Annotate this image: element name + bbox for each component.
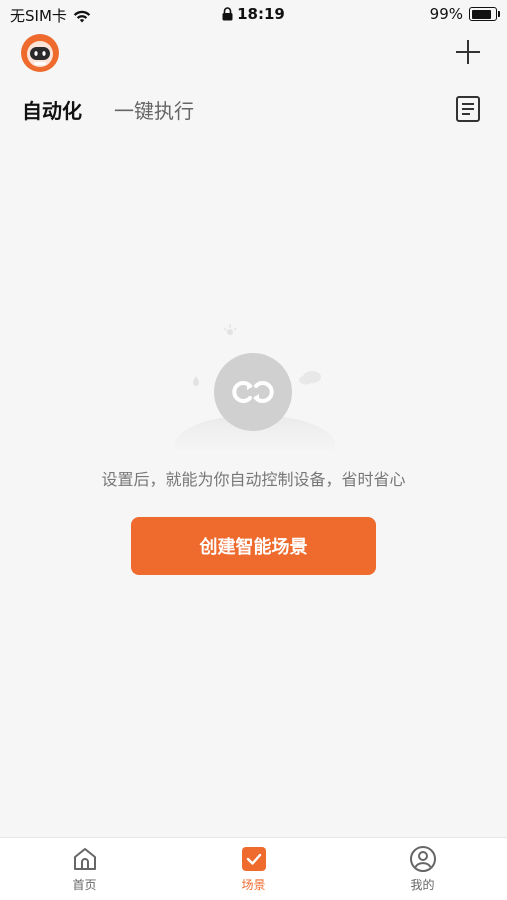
nav-home-label: 首页: [72, 878, 97, 892]
bottom-navigation: 首页 场景 我的: [0, 837, 507, 900]
robot-avatar-icon[interactable]: [20, 33, 60, 73]
battery-fill: [471, 9, 492, 19]
nav-profile[interactable]: 我的: [338, 838, 507, 900]
log-document-icon[interactable]: [455, 95, 481, 123]
clock-time: 18:19: [237, 5, 285, 23]
status-bar: 无SIM卡 18:19 99%: [0, 0, 507, 28]
nav-home[interactable]: 首页: [0, 838, 169, 900]
create-smart-scene-button[interactable]: 创建智能场景: [131, 517, 376, 575]
tab-one-tap[interactable]: 一键执行: [114, 95, 194, 124]
nav-scene-label: 场景: [241, 878, 266, 892]
empty-state-illustration: [175, 324, 335, 450]
tab-automation[interactable]: 自动化: [22, 95, 82, 124]
screen: 无SIM卡 18:19 99% 自动化 一键执行 设置后，就能为你自动控制设备，…: [0, 0, 507, 900]
nav-profile-label: 我的: [410, 878, 435, 892]
lock-icon: [222, 7, 233, 21]
home-icon: [73, 848, 96, 870]
profile-icon: [409, 846, 436, 872]
add-icon[interactable]: [453, 37, 483, 67]
scene-check-icon: [241, 847, 266, 871]
tab-bar: 自动化 一键执行: [22, 95, 194, 124]
nav-scene[interactable]: 场景: [169, 838, 338, 900]
empty-state-message: 设置后，就能为你自动控制设备，省时省心: [101, 470, 406, 489]
battery-percent: 99%: [429, 5, 463, 23]
status-right: 99%: [429, 5, 500, 23]
battery-icon: [469, 7, 500, 21]
